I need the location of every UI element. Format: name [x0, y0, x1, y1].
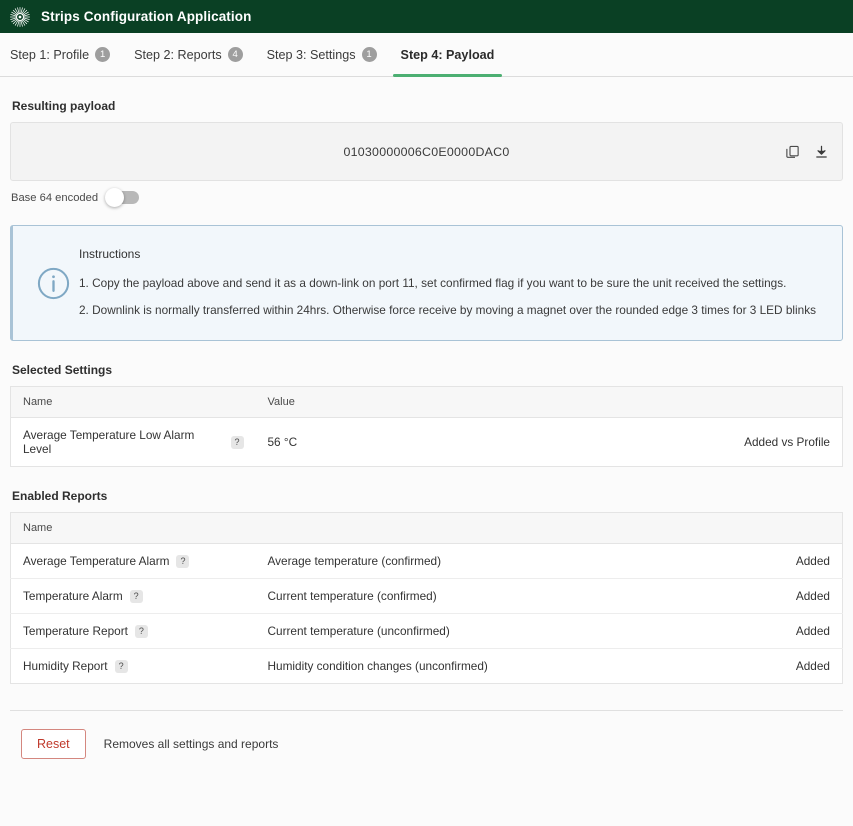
column-header-name: Name	[10, 512, 256, 544]
reset-hint-text: Removes all settings and reports	[103, 737, 279, 751]
tab-badge-count: 1	[361, 47, 377, 62]
help-icon[interactable]: ?	[114, 659, 128, 673]
table-row: Temperature Alarm ? Current temperature …	[10, 578, 843, 614]
report-name: Temperature Alarm	[23, 589, 123, 603]
report-name-cell: Temperature Report ?	[10, 613, 256, 649]
tab-label: Step 3: Settings	[266, 47, 356, 62]
tab-badge-count: 4	[227, 47, 243, 62]
starburst-logo-icon	[10, 6, 30, 27]
info-circle-icon	[27, 266, 79, 301]
column-header-status	[712, 386, 843, 418]
report-description: Humidity condition changes (unconfirmed)	[267, 659, 488, 673]
tab-label: Step 1: Profile	[10, 47, 90, 62]
selected-settings-table: Name Value Average Temperature Low Alarm…	[10, 386, 843, 467]
reset-button[interactable]: Reset	[21, 729, 86, 759]
base64-toggle-switch[interactable]	[105, 188, 140, 207]
instruction-line-2: 2. Downlink is normally transferred with…	[79, 303, 816, 317]
enabled-reports-table: Name Average Temperature Alarm ? Average…	[10, 512, 843, 684]
status-badge: Added	[712, 578, 843, 614]
table-header-row: Name Value	[10, 386, 843, 418]
step-tab-bar: Step 1: Profile 1 Step 2: Reports 4 Step…	[0, 33, 853, 77]
download-icon[interactable]	[813, 143, 830, 160]
instructions-body: Instructions 1. Copy the payload above a…	[79, 247, 824, 319]
tab-label: Step 4: Payload	[400, 47, 495, 62]
base64-label: Base 64 encoded	[11, 191, 99, 204]
report-description: Current temperature (confirmed)	[255, 578, 713, 614]
enabled-reports-label: Enabled Reports	[12, 489, 108, 503]
payload-value: 01030000006C0E0000DAC0	[343, 144, 510, 159]
report-name-cell: Humidity Report ?	[11, 649, 256, 684]
status-badge: Added	[712, 543, 843, 579]
instructions-panel: Instructions 1. Copy the payload above a…	[10, 225, 843, 341]
table-row: Average Temperature Low Alarm Level ? 56…	[11, 418, 843, 467]
column-header-status	[712, 512, 843, 544]
main-content: Resulting payload 01030000006C0E0000DAC0…	[0, 99, 853, 759]
column-header-description	[255, 512, 713, 544]
tab-step-2-reports[interactable]: Step 2: Reports 4	[122, 33, 255, 76]
app-title: Strips Configuration Application	[41, 9, 252, 24]
tab-step-3-settings[interactable]: Step 3: Settings 1	[255, 33, 389, 76]
status-badge: Added vs Profile	[744, 435, 830, 449]
table-row: Temperature Report ? Current temperature…	[10, 613, 843, 649]
report-description: Average temperature (confirmed)	[255, 543, 713, 579]
column-header-value: Value	[255, 386, 713, 418]
payload-actions	[784, 143, 830, 160]
resulting-payload-label: Resulting payload	[12, 99, 116, 113]
column-header-name: Name	[10, 386, 256, 418]
toggle-knob	[105, 188, 125, 207]
setting-name-cell: Average Temperature Low Alarm Level ?	[11, 418, 256, 467]
help-icon[interactable]: ?	[129, 589, 143, 603]
help-icon[interactable]: ?	[230, 435, 244, 449]
instruction-line-1: 1. Copy the payload above and send it as…	[79, 275, 787, 290]
footer-bar: Reset Removes all settings and reports	[10, 710, 843, 759]
app-header: Strips Configuration Application	[0, 0, 853, 33]
report-name: Humidity Report	[23, 659, 108, 673]
table-header-row: Name	[10, 512, 843, 544]
status-badge: Added	[795, 659, 830, 673]
table-row: Humidity Report ? Humidity condition cha…	[11, 649, 843, 684]
report-name: Average Temperature Alarm	[23, 554, 170, 568]
base64-toggle-row: Base 64 encoded	[10, 188, 843, 207]
instructions-title: Instructions	[79, 246, 141, 261]
help-icon[interactable]: ?	[134, 624, 148, 638]
tab-step-4-payload[interactable]: Step 4: Payload	[389, 33, 507, 77]
report-description: Current temperature (unconfirmed)	[255, 613, 713, 649]
tab-step-1-profile[interactable]: Step 1: Profile 1	[10, 33, 122, 76]
tab-label: Step 2: Reports	[134, 47, 222, 62]
setting-name: Average Temperature Low Alarm Level	[23, 428, 195, 456]
report-name-cell: Average Temperature Alarm ?	[10, 543, 256, 579]
selected-settings-label: Selected Settings	[12, 363, 113, 377]
help-icon[interactable]: ?	[176, 554, 190, 568]
copy-icon[interactable]	[784, 143, 801, 160]
payload-box: 01030000006C0E0000DAC0	[10, 122, 843, 181]
table-row: Average Temperature Alarm ? Average temp…	[10, 543, 843, 579]
report-name-cell: Temperature Alarm ?	[10, 578, 256, 614]
report-name: Temperature Report	[23, 624, 128, 638]
status-badge: Added	[712, 613, 843, 649]
tab-badge-count: 1	[95, 47, 111, 62]
setting-value: 56 °C	[267, 435, 298, 449]
